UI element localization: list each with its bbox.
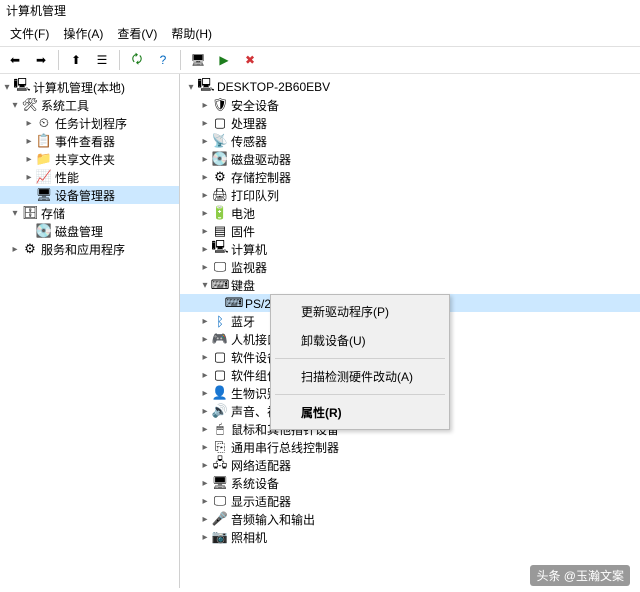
- printer-icon: 🖨: [212, 187, 228, 203]
- category-sensors[interactable]: ▸📡传感器: [180, 132, 640, 150]
- menubar: 文件(F) 操作(A) 查看(V) 帮助(H): [0, 21, 640, 46]
- hdd-icon: 💽: [212, 151, 228, 167]
- computer-icon: 🖳: [14, 79, 30, 95]
- ctx-separator: [275, 394, 445, 395]
- category-usb[interactable]: ▸⎘通用串行总线控制器: [180, 438, 640, 456]
- device-button[interactable]: 🖥: [187, 49, 209, 71]
- shared-folders[interactable]: ▸📁共享文件夹: [0, 150, 179, 168]
- category-disk[interactable]: ▸💽磁盘驱动器: [180, 150, 640, 168]
- ctx-scan-hardware[interactable]: 扫描检测硬件改动(A): [273, 362, 447, 391]
- biometric-icon: 👤: [212, 385, 228, 401]
- ctx-update-driver[interactable]: 更新驱动程序(P): [273, 297, 447, 326]
- category-security[interactable]: ▸🛡安全设备: [180, 96, 640, 114]
- disable-button[interactable]: ✖: [239, 49, 261, 71]
- storage[interactable]: ▾🗄存储: [0, 204, 179, 222]
- help-button[interactable]: ?: [152, 49, 174, 71]
- battery-icon: 🔋: [212, 205, 228, 221]
- category-battery[interactable]: ▸🔋电池: [180, 204, 640, 222]
- menu-help[interactable]: 帮助(H): [165, 23, 218, 44]
- enable-button[interactable]: ▶: [213, 49, 235, 71]
- disk-management[interactable]: 💽磁盘管理: [0, 222, 179, 240]
- services-icon: ⚙: [22, 241, 38, 257]
- context-menu: 更新驱动程序(P) 卸载设备(U) 扫描检测硬件改动(A) 属性(R): [270, 294, 450, 430]
- category-processor[interactable]: ▸▢处理器: [180, 114, 640, 132]
- back-button[interactable]: ⬅: [4, 49, 26, 71]
- performance[interactable]: ▸📈性能: [0, 168, 179, 186]
- menu-file[interactable]: 文件(F): [4, 23, 55, 44]
- category-monitor[interactable]: ▸🖵监视器: [180, 258, 640, 276]
- component-icon: ▢: [212, 367, 228, 383]
- system-tools[interactable]: ▾🛠系统工具: [0, 96, 179, 114]
- usb-icon: ⎘: [212, 439, 228, 455]
- category-keyboard[interactable]: ▾⌨键盘: [180, 276, 640, 294]
- sound-icon: 🔊: [212, 403, 228, 419]
- content-area: ▾🖳计算机管理(本地) ▾🛠系统工具 ▸⏲任务计划程序 ▸📋事件查看器 ▸📁共享…: [0, 74, 640, 588]
- storage-icon: 🗄: [22, 205, 38, 221]
- menu-action[interactable]: 操作(A): [57, 23, 109, 44]
- controller-icon: ⚙: [212, 169, 228, 185]
- device-manager[interactable]: 🖥设备管理器: [0, 186, 179, 204]
- device-root[interactable]: ▾🖳DESKTOP-2B60EBV: [180, 78, 640, 96]
- shield-icon: 🛡: [212, 97, 228, 113]
- category-storage-ctrl[interactable]: ▸⚙存储控制器: [180, 168, 640, 186]
- keyboard-icon: ⌨: [226, 295, 242, 311]
- refresh-button[interactable]: 🗘: [126, 49, 148, 71]
- category-camera[interactable]: ▸📷照相机: [180, 528, 640, 546]
- category-audio[interactable]: ▸🎤音频输入和输出: [180, 510, 640, 528]
- mouse-icon: 🖱: [212, 421, 228, 437]
- ctx-properties[interactable]: 属性(R): [273, 398, 447, 427]
- forward-button[interactable]: ➡: [30, 49, 52, 71]
- ctx-uninstall[interactable]: 卸载设备(U): [273, 326, 447, 355]
- category-system[interactable]: ▸🖥系统设备: [180, 474, 640, 492]
- computer-icon: 🖳: [212, 241, 228, 257]
- up-button[interactable]: ⬆: [65, 49, 87, 71]
- display-icon: 🖵: [212, 493, 228, 509]
- left-tree: ▾🖳计算机管理(本地) ▾🛠系统工具 ▸⏲任务计划程序 ▸📋事件查看器 ▸📁共享…: [0, 74, 180, 588]
- category-print[interactable]: ▸🖨打印队列: [180, 186, 640, 204]
- camera-icon: 📷: [212, 529, 228, 545]
- system-icon: 🖥: [212, 475, 228, 491]
- cpu-icon: ▢: [212, 115, 228, 131]
- perf-icon: 📈: [36, 169, 52, 185]
- sensor-icon: 📡: [212, 133, 228, 149]
- disk-icon: 💽: [36, 223, 52, 239]
- window-title: 计算机管理: [0, 0, 640, 21]
- right-tree: ▾🖳DESKTOP-2B60EBV ▸🛡安全设备 ▸▢处理器 ▸📡传感器 ▸💽磁…: [180, 74, 640, 588]
- keyboard-icon: ⌨: [212, 277, 228, 293]
- audio-icon: 🎤: [212, 511, 228, 527]
- task-scheduler[interactable]: ▸⏲任务计划程序: [0, 114, 179, 132]
- category-firmware[interactable]: ▸▤固件: [180, 222, 640, 240]
- left-root[interactable]: ▾🖳计算机管理(本地): [0, 78, 179, 96]
- services-apps[interactable]: ▸⚙服务和应用程序: [0, 240, 179, 258]
- props-button[interactable]: ☰: [91, 49, 113, 71]
- ctx-separator: [275, 358, 445, 359]
- device-icon: 🖥: [36, 187, 52, 203]
- category-computer[interactable]: ▸🖳计算机: [180, 240, 640, 258]
- scheduler-icon: ⏲: [36, 115, 52, 131]
- category-display[interactable]: ▸🖵显示适配器: [180, 492, 640, 510]
- event-viewer[interactable]: ▸📋事件查看器: [0, 132, 179, 150]
- toolbar: ⬅ ➡ ⬆ ☰ 🗘 ? 🖥 ▶ ✖: [0, 46, 640, 74]
- software-icon: ▢: [212, 349, 228, 365]
- folder-icon: 📁: [36, 151, 52, 167]
- network-icon: 🖧: [212, 457, 228, 473]
- desktop-icon: 🖳: [198, 79, 214, 95]
- hid-icon: 🎮: [212, 331, 228, 347]
- bluetooth-icon: ᛒ: [212, 313, 228, 329]
- wrench-icon: 🛠: [22, 97, 38, 113]
- watermark: 头条 @玉瀚文案: [530, 565, 630, 586]
- menu-view[interactable]: 查看(V): [111, 23, 163, 44]
- category-network[interactable]: ▸🖧网络适配器: [180, 456, 640, 474]
- monitor-icon: 🖵: [212, 259, 228, 275]
- event-icon: 📋: [36, 133, 52, 149]
- firmware-icon: ▤: [212, 223, 228, 239]
